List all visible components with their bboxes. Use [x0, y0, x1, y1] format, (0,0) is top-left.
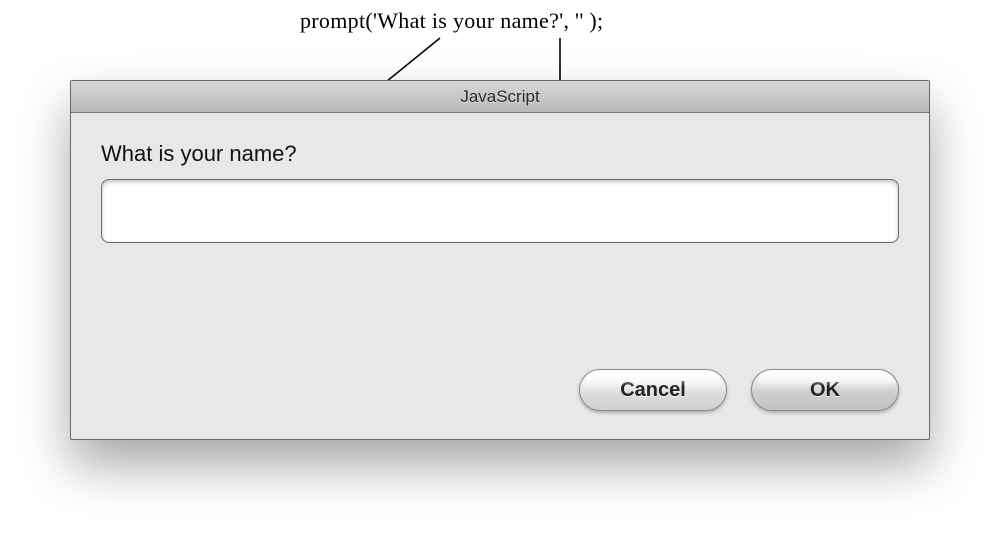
prompt-dialog: JavaScript What is your name? Cancel OK	[70, 80, 930, 440]
cancel-button[interactable]: Cancel	[579, 369, 727, 411]
input-wrapper	[101, 179, 899, 243]
cancel-button-label: Cancel	[620, 379, 686, 402]
prompt-input[interactable]	[101, 179, 899, 243]
code-annotation: prompt('What is your name?', '' );	[300, 8, 603, 34]
dialog-title: JavaScript	[460, 87, 539, 107]
prompt-label: What is your name?	[101, 141, 899, 167]
dialog-titlebar: JavaScript	[71, 81, 929, 113]
ok-button-label: OK	[810, 379, 840, 402]
ok-button[interactable]: OK	[751, 369, 899, 411]
dialog-buttons: Cancel OK	[579, 369, 899, 411]
dialog-content: What is your name?	[71, 113, 929, 243]
